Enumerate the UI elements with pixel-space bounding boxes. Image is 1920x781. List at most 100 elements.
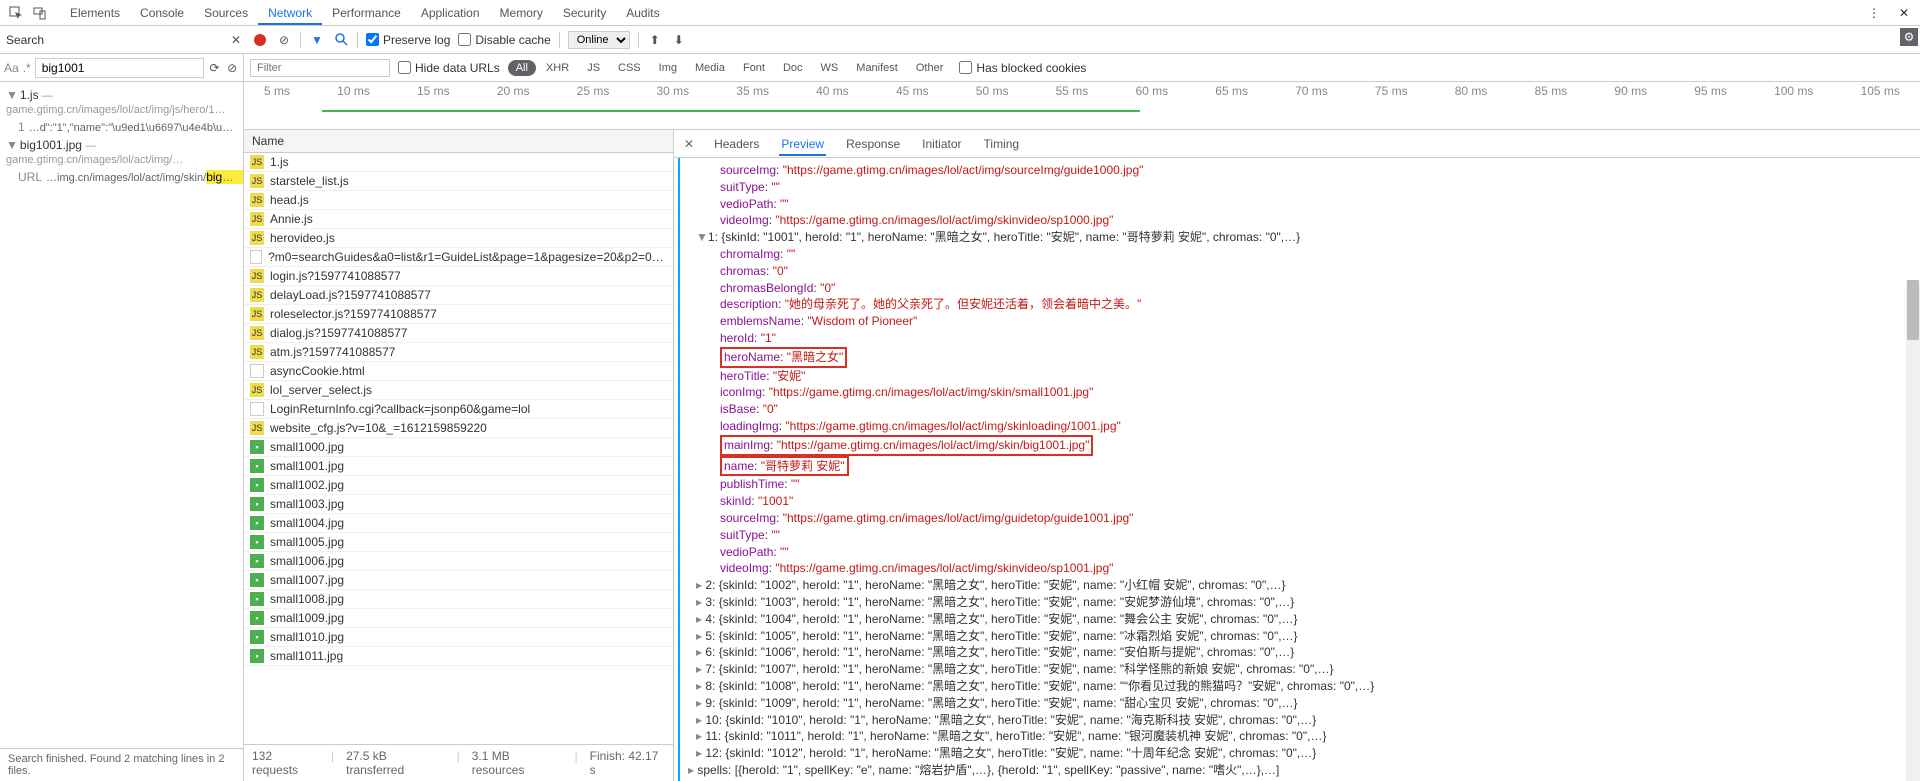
- request-row[interactable]: ▪small1009.jpg: [244, 609, 673, 628]
- resp-tab-initiator[interactable]: Initiator: [920, 133, 963, 155]
- search-result-group[interactable]: ▼big1001.jpg — game.gtimg.cn/images/lol/…: [0, 136, 243, 168]
- img-file-icon: ▪: [250, 459, 264, 473]
- request-row[interactable]: ▪small1001.jpg: [244, 457, 673, 476]
- tab-security[interactable]: Security: [553, 2, 616, 24]
- js-file-icon: JS: [250, 345, 264, 359]
- request-row[interactable]: ▪small1006.jpg: [244, 552, 673, 571]
- search-result-group[interactable]: ▼1.js — game.gtimg.cn/images/lol/act/img…: [0, 86, 243, 118]
- request-row[interactable]: JSroleselector.js?1597741088577: [244, 305, 673, 324]
- download-icon[interactable]: ⬇: [671, 32, 687, 48]
- close-devtools-icon[interactable]: ✕: [1892, 1, 1916, 25]
- filter-type-media[interactable]: Media: [687, 60, 733, 76]
- request-row[interactable]: JSAnnie.js: [244, 210, 673, 229]
- filter-type-img[interactable]: Img: [651, 60, 685, 76]
- request-row[interactable]: ▪small1003.jpg: [244, 495, 673, 514]
- request-row[interactable]: JS1.js: [244, 153, 673, 172]
- scrollbar[interactable]: [1906, 280, 1920, 781]
- request-row[interactable]: JSatm.js?1597741088577: [244, 343, 673, 362]
- request-row[interactable]: ▪small1011.jpg: [244, 647, 673, 666]
- request-row[interactable]: ▪small1002.jpg: [244, 476, 673, 495]
- request-row[interactable]: ▪small1005.jpg: [244, 533, 673, 552]
- request-row[interactable]: JSdialog.js?1597741088577: [244, 324, 673, 343]
- upload-icon[interactable]: ⬆: [647, 32, 663, 48]
- match-case-button[interactable]: Aa: [4, 61, 19, 75]
- device-toggle-icon[interactable]: [28, 1, 52, 25]
- search-close-icon[interactable]: ✕: [228, 32, 244, 48]
- tab-network[interactable]: Network: [258, 2, 322, 24]
- js-file-icon: JS: [250, 174, 264, 188]
- filter-type-doc[interactable]: Doc: [775, 60, 811, 76]
- request-row[interactable]: JSlol_server_select.js: [244, 381, 673, 400]
- doc-file-icon: [250, 250, 262, 264]
- request-row[interactable]: ▪small1004.jpg: [244, 514, 673, 533]
- filter-type-js[interactable]: JS: [579, 60, 608, 76]
- request-row[interactable]: JSstarstele_list.js: [244, 172, 673, 191]
- tab-console[interactable]: Console: [130, 2, 194, 24]
- tab-elements[interactable]: Elements: [60, 2, 130, 24]
- tab-audits[interactable]: Audits: [616, 2, 669, 24]
- img-file-icon: ▪: [250, 573, 264, 587]
- devtools-tabs: ElementsConsoleSourcesNetworkPerformance…: [60, 2, 1862, 24]
- request-row[interactable]: JSwebsite_cfg.js?v=10&_=1612159859220: [244, 419, 673, 438]
- status-bar: 132 requests | 27.5 kB transferred | 3.1…: [244, 744, 673, 781]
- resp-tab-response[interactable]: Response: [844, 133, 902, 155]
- doc-file-icon: [250, 402, 264, 416]
- js-file-icon: JS: [250, 307, 264, 321]
- regex-button[interactable]: .*: [23, 61, 31, 75]
- search-input[interactable]: [35, 58, 204, 78]
- filter-type-manifest[interactable]: Manifest: [848, 60, 906, 76]
- img-file-icon: ▪: [250, 630, 264, 644]
- request-row[interactable]: ▪small1007.jpg: [244, 571, 673, 590]
- tab-application[interactable]: Application: [411, 2, 490, 24]
- filter-type-all[interactable]: All: [508, 60, 536, 76]
- request-row[interactable]: ▪small1008.jpg: [244, 590, 673, 609]
- js-file-icon: JS: [250, 288, 264, 302]
- resp-tab-headers[interactable]: Headers: [712, 133, 761, 155]
- more-icon[interactable]: ⋮: [1862, 1, 1886, 25]
- hide-data-urls-checkbox[interactable]: Hide data URLs: [398, 61, 500, 75]
- clear-icon[interactable]: ⊘: [276, 32, 292, 48]
- request-row[interactable]: ?m0=searchGuides&a0=list&r1=GuideList&pa…: [244, 248, 673, 267]
- json-preview[interactable]: sourceImg: "https://game.gtimg.cn/images…: [678, 158, 1920, 781]
- has-blocked-cookies-checkbox[interactable]: Has blocked cookies: [959, 61, 1086, 75]
- search-result-line[interactable]: URL…img.cn/images/lol/act/img/skin/big10…: [0, 168, 243, 186]
- refresh-icon[interactable]: ⟳: [208, 60, 222, 76]
- request-row[interactable]: ▪small1010.jpg: [244, 628, 673, 647]
- resp-tab-preview[interactable]: Preview: [779, 133, 826, 155]
- request-row[interactable]: JSlogin.js?1597741088577: [244, 267, 673, 286]
- img-file-icon: ▪: [250, 649, 264, 663]
- filter-icon[interactable]: ▼: [309, 32, 325, 48]
- clear-search-icon[interactable]: ⊘: [225, 60, 239, 76]
- disable-cache-checkbox[interactable]: Disable cache: [458, 33, 550, 47]
- response-panel: ✕ HeadersPreviewResponseInitiatorTiming …: [674, 130, 1920, 781]
- filter-type-other[interactable]: Other: [908, 60, 952, 76]
- preserve-log-checkbox[interactable]: Preserve log: [366, 33, 450, 47]
- tab-sources[interactable]: Sources: [194, 2, 258, 24]
- filter-type-xhr[interactable]: XHR: [538, 60, 577, 76]
- search-result-line[interactable]: 1…d":"1","name":"\u9ed1\u6697\u4e4b\u597…: [0, 118, 243, 136]
- record-icon[interactable]: [252, 32, 268, 48]
- filter-type-font[interactable]: Font: [735, 60, 773, 76]
- resp-tab-timing[interactable]: Timing: [982, 133, 1022, 155]
- network-content: Hide data URLs AllXHRJSCSSImgMediaFontDo…: [244, 54, 1920, 781]
- img-file-icon: ▪: [250, 440, 264, 454]
- filter-input[interactable]: [250, 59, 390, 77]
- search-panel: Aa .* ⟳ ⊘ ▼1.js — game.gtimg.cn/images/l…: [0, 54, 244, 781]
- column-name-header[interactable]: Name: [244, 130, 673, 153]
- settings-gear-icon[interactable]: ⚙: [1900, 28, 1918, 46]
- request-row[interactable]: ▪small1000.jpg: [244, 438, 673, 457]
- filter-type-ws[interactable]: WS: [813, 60, 847, 76]
- request-row[interactable]: LoginReturnInfo.cgi?callback=jsonp60&gam…: [244, 400, 673, 419]
- request-row[interactable]: JSdelayLoad.js?1597741088577: [244, 286, 673, 305]
- filter-type-css[interactable]: CSS: [610, 60, 649, 76]
- search-icon[interactable]: [333, 32, 349, 48]
- request-row[interactable]: JShead.js: [244, 191, 673, 210]
- timeline[interactable]: 5 ms10 ms15 ms20 ms25 ms30 ms35 ms40 ms4…: [244, 82, 1920, 130]
- throttle-select[interactable]: Online: [568, 31, 630, 49]
- inspect-icon[interactable]: [4, 1, 28, 25]
- request-row[interactable]: asyncCookie.html: [244, 362, 673, 381]
- close-panel-icon[interactable]: ✕: [680, 137, 698, 151]
- request-row[interactable]: JSherovideo.js: [244, 229, 673, 248]
- tab-memory[interactable]: Memory: [490, 2, 553, 24]
- tab-performance[interactable]: Performance: [322, 2, 411, 24]
